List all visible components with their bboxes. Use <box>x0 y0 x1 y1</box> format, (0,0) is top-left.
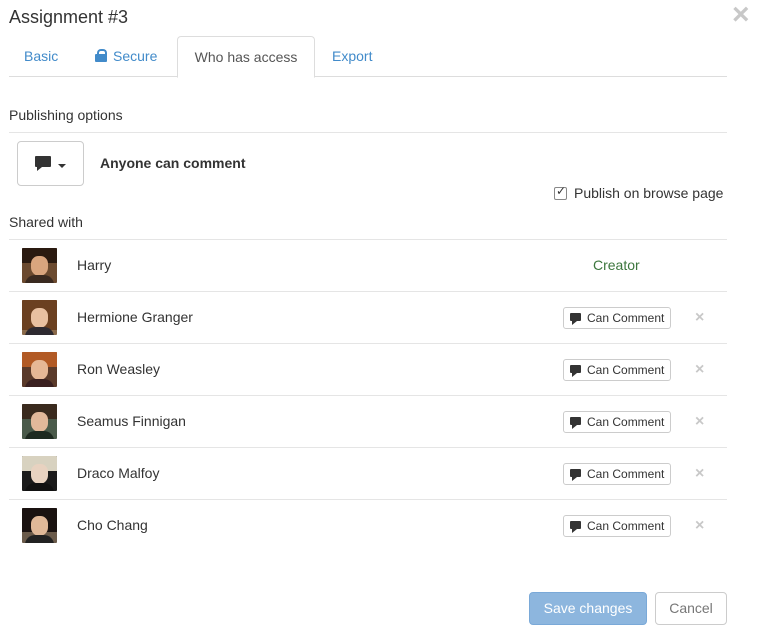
remove-icon[interactable]: × <box>695 465 704 483</box>
comment-icon <box>570 365 581 377</box>
permission-button[interactable]: Can Comment <box>563 463 671 485</box>
person-name: Hermione Granger <box>77 309 193 325</box>
permission-button[interactable]: Can Comment <box>563 359 671 381</box>
divider <box>9 132 727 133</box>
shared-row: Seamus Finnigan Can Comment × <box>9 396 727 448</box>
remove-icon[interactable]: × <box>695 413 704 431</box>
creator-label: Creator <box>593 257 640 273</box>
permission-label: Can Comment <box>587 363 665 377</box>
shared-row: Cho Chang Can Comment × <box>9 500 727 552</box>
permission-label: Can Comment <box>587 415 665 429</box>
tab-secure[interactable]: Secure <box>95 36 157 76</box>
person-name: Cho Chang <box>77 517 148 533</box>
avatar <box>22 404 57 439</box>
publishing-option-dropdown[interactable] <box>17 141 84 186</box>
comment-icon <box>570 313 581 325</box>
permission-label: Can Comment <box>587 467 665 481</box>
comment-icon <box>570 469 581 481</box>
remove-icon[interactable]: × <box>695 309 704 327</box>
publish-checkbox-label: Publish on browse page <box>574 185 724 201</box>
comment-icon <box>35 156 51 171</box>
shared-row: Ron Weasley Can Comment × <box>9 344 727 396</box>
permission-label: Can Comment <box>587 311 665 325</box>
tab-basic[interactable]: Basic <box>24 36 58 76</box>
person-name: Harry <box>77 257 112 273</box>
shared-row: Hermione Granger Can Comment × <box>9 292 727 344</box>
cancel-button[interactable]: Cancel <box>655 592 727 625</box>
tab-bar: Basic Secure Who has access Export <box>9 36 727 78</box>
lock-icon <box>95 49 107 62</box>
shared-row: Draco Malfoy Can Comment × <box>9 448 727 500</box>
shared-row: Harry Creator <box>9 240 727 292</box>
permission-button[interactable]: Can Comment <box>563 515 671 537</box>
permission-button[interactable]: Can Comment <box>563 307 671 329</box>
avatar <box>22 508 57 543</box>
publishing-option-label: Anyone can comment <box>100 155 246 171</box>
avatar <box>22 456 57 491</box>
permission-label: Can Comment <box>587 519 665 533</box>
publish-checkbox[interactable]: ✓ <box>554 184 567 200</box>
publishing-options-heading: Publishing options <box>9 107 123 123</box>
remove-icon[interactable]: × <box>695 361 704 379</box>
avatar <box>22 352 57 387</box>
person-name: Seamus Finnigan <box>77 413 186 429</box>
dialog-title: Assignment #3 <box>9 7 129 27</box>
permission-button[interactable]: Can Comment <box>563 411 671 433</box>
shared-with-heading: Shared with <box>9 214 83 230</box>
avatar <box>22 248 57 283</box>
remove-icon[interactable]: × <box>695 517 704 535</box>
tab-export[interactable]: Export <box>332 36 372 76</box>
tab-secure-label: Secure <box>113 48 158 64</box>
person-name: Ron Weasley <box>77 361 161 377</box>
comment-icon <box>570 417 581 429</box>
comment-icon <box>570 521 581 533</box>
close-icon[interactable]: × <box>732 0 750 30</box>
caret-down-icon <box>58 164 66 168</box>
tab-who-has-access[interactable]: Who has access <box>177 36 315 78</box>
check-icon: ✓ <box>556 184 567 198</box>
person-name: Draco Malfoy <box>77 465 160 481</box>
save-button[interactable]: Save changes <box>529 592 647 625</box>
avatar <box>22 300 57 335</box>
